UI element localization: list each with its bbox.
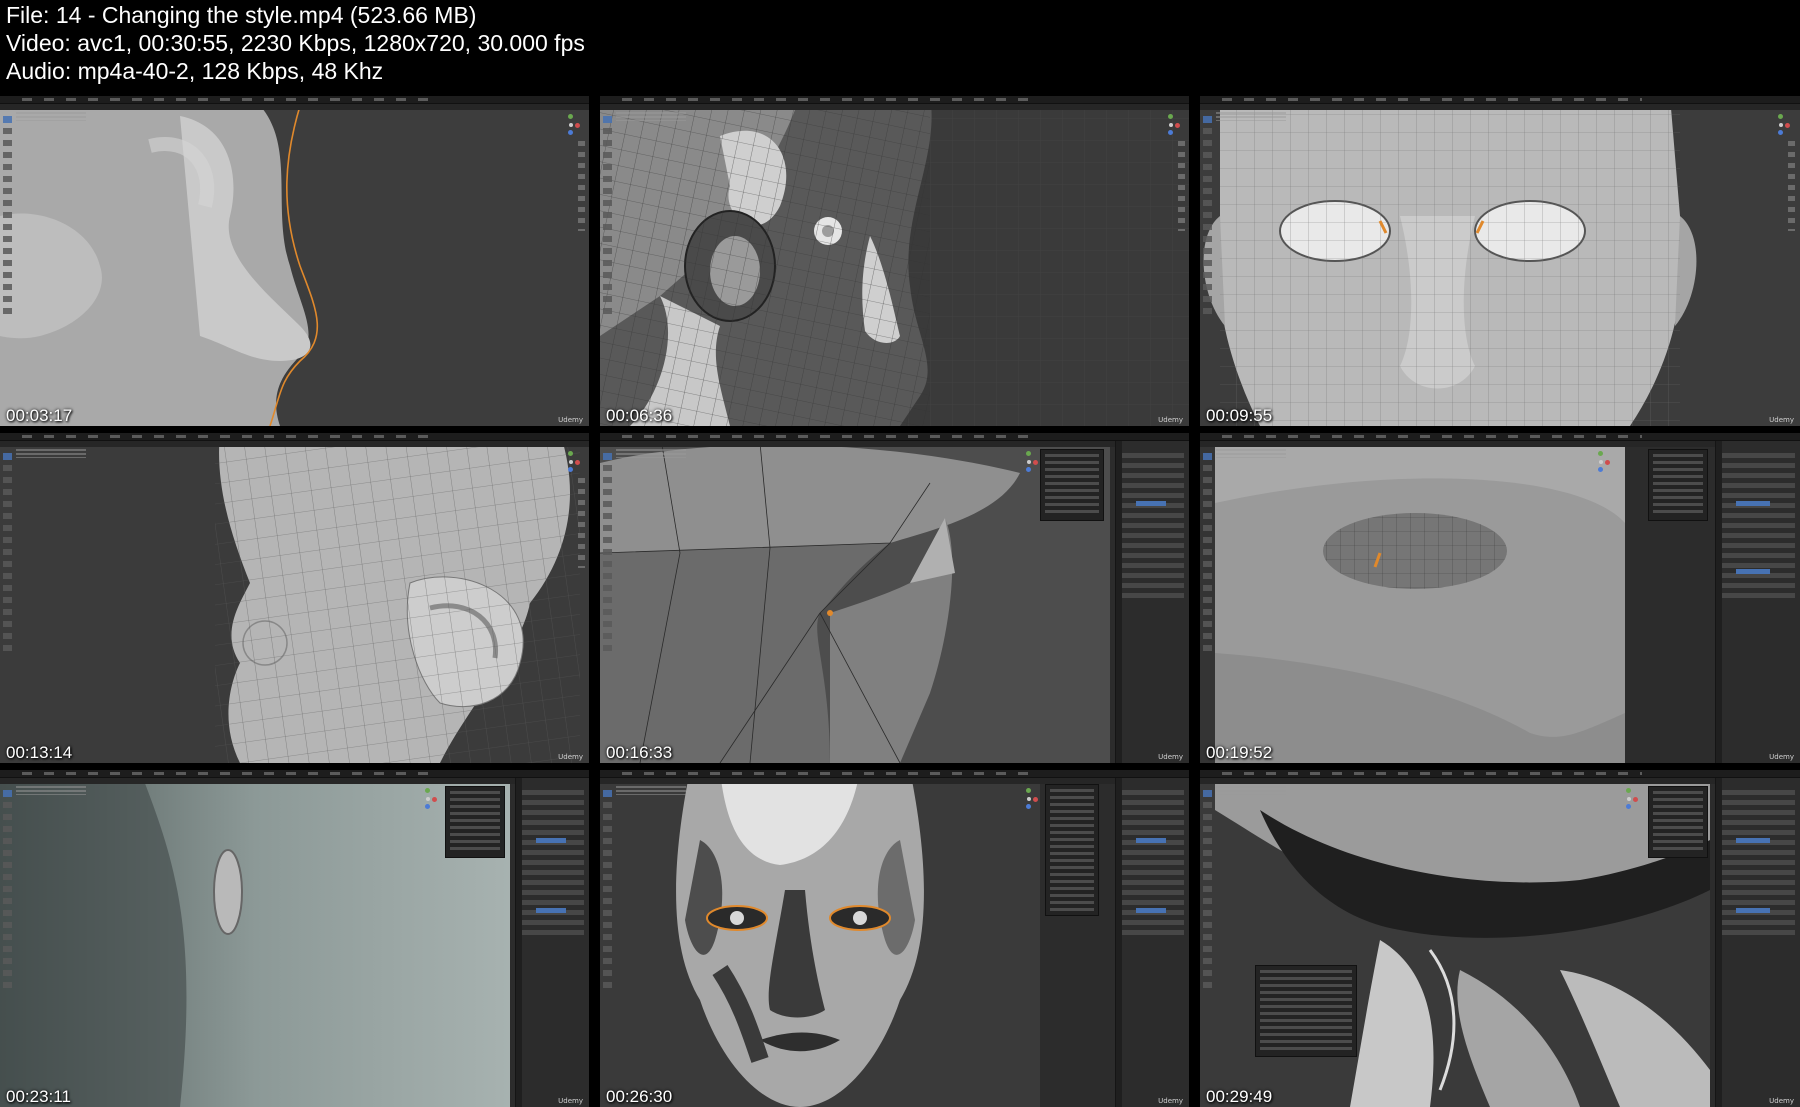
- side-profile-nose-icon: [0, 96, 589, 426]
- brand-watermark: Udemy: [1769, 1097, 1794, 1105]
- video-thumbnail[interactable]: 00:23:11 Udemy: [0, 770, 589, 1107]
- video-thumbnail[interactable]: 00:26:30 Udemy: [600, 770, 1189, 1107]
- ear-wireframe-icon: [600, 96, 1189, 426]
- brand-watermark: Udemy: [1769, 416, 1794, 424]
- head-ear-wireframe-icon: [0, 433, 589, 763]
- thumbnail-timestamp: 00:23:11: [6, 1087, 71, 1106]
- thumbnail-timestamp: 00:03:17: [6, 406, 73, 425]
- thumbnail-timestamp: 00:29:49: [1206, 1087, 1273, 1106]
- brand-watermark: Udemy: [1158, 753, 1183, 761]
- thumbnail-timestamp: 00:26:30: [606, 1087, 673, 1106]
- audio-info-line: Audio: mp4a-40-2, 128 Kbps, 48 Khz: [6, 58, 384, 84]
- brand-watermark: Udemy: [1769, 753, 1794, 761]
- file-info-line: File: 14 - Changing the style.mp4 (523.6…: [6, 2, 477, 28]
- video-thumbnail[interactable]: 00:03:17 Udemy: [0, 96, 589, 426]
- thumbnail-timestamp: 00:16:33: [606, 743, 673, 762]
- thumbnail-timestamp: 00:13:14: [6, 743, 73, 762]
- thumbnail-grid: 00:03:17 Udemy 00:06:36 Udemy 00:09:55 U…: [0, 96, 1800, 1107]
- brand-watermark: Udemy: [558, 416, 583, 424]
- info-header: File: 14 - Changing the style.mp4 (523.6…: [0, 0, 1800, 96]
- thumbnail-timestamp: 00:09:55: [1206, 406, 1273, 425]
- video-thumbnail[interactable]: 00:29:49 Udemy: [1200, 770, 1800, 1107]
- video-thumbnail[interactable]: 00:09:55 Udemy: [1200, 96, 1800, 426]
- brand-watermark: Udemy: [1158, 416, 1183, 424]
- video-thumbnail[interactable]: 00:06:36 Udemy: [600, 96, 1189, 426]
- eye-socket-icon: [1200, 433, 1800, 763]
- video-thumbnail[interactable]: 00:19:52 Udemy: [1200, 433, 1800, 763]
- video-info-line: Video: avc1, 00:30:55, 2230 Kbps, 1280x7…: [6, 30, 585, 56]
- video-thumbnail[interactable]: 00:16:33 Udemy: [600, 433, 1189, 763]
- brand-watermark: Udemy: [558, 1097, 583, 1105]
- video-thumbnail[interactable]: 00:13:14 Udemy: [0, 433, 589, 763]
- brand-watermark: Udemy: [1158, 1097, 1183, 1105]
- front-face-mesh-icon: [1200, 96, 1800, 426]
- thumbnail-timestamp: 00:19:52: [1206, 743, 1273, 762]
- thumbnail-timestamp: 00:06:36: [606, 406, 673, 425]
- brand-watermark: Udemy: [558, 753, 583, 761]
- toon-shaded-face-icon: [600, 770, 1189, 1107]
